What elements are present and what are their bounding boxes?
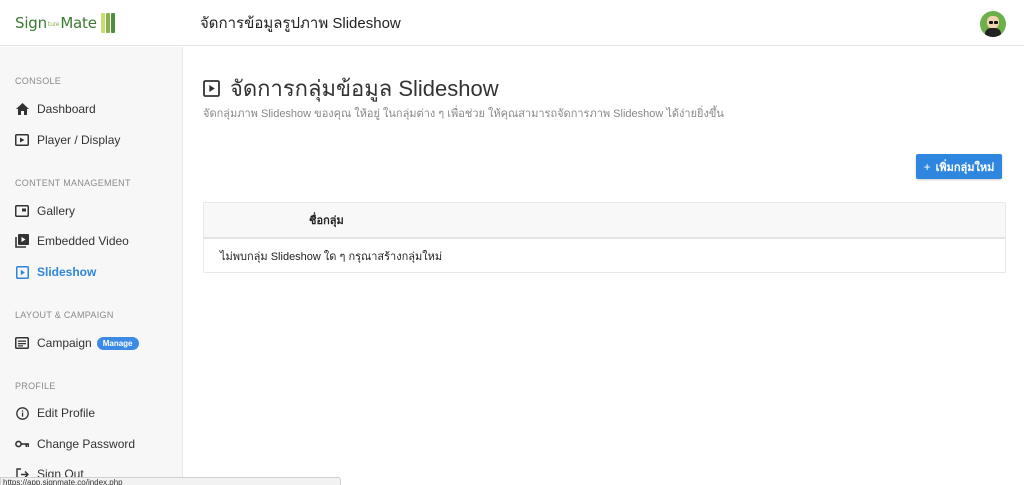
page-description: จัดกลุ่มภาพ Slideshow ของคุณ ให้อยู่ ในก… bbox=[203, 108, 724, 120]
table-row: ไม่พบกลุ่ม Slideshow ใด ๆ กรุณาสร้างกลุ่… bbox=[204, 239, 1005, 272]
home-icon bbox=[15, 102, 29, 116]
table-header: ชื่อกลุ่ม bbox=[204, 203, 1005, 239]
sidebar-item-label: Change Password bbox=[37, 437, 136, 451]
avatar-eye bbox=[989, 21, 993, 24]
avatar-eye bbox=[994, 21, 998, 24]
brand[interactable]: Sign ture Mate bbox=[0, 0, 183, 46]
empty-message: ไม่พบกลุ่ม Slideshow ใด ๆ กรุณาสร้างกลุ่… bbox=[220, 250, 443, 263]
avatar[interactable] bbox=[980, 11, 1006, 37]
avatar-body bbox=[985, 28, 1001, 37]
sidebar-item-gallery[interactable]: Gallery bbox=[15, 201, 75, 221]
sidebar-item-dashboard[interactable]: Dashboard bbox=[15, 99, 96, 119]
page-title-text: จัดการกลุ่มข้อมูล Slideshow bbox=[230, 76, 499, 101]
header-title: จัดการข้อมูลรูปภาพ Slideshow bbox=[200, 14, 401, 32]
add-group-button-label: เพิ่มกลุ่มใหม่ bbox=[935, 161, 995, 174]
page-title: จัดการกลุ่มข้อมูล Slideshow bbox=[203, 71, 499, 106]
sidebar-item-edit-profile[interactable]: Edit Profile bbox=[15, 403, 95, 423]
info-icon bbox=[15, 406, 29, 420]
sidebar-item-label: Campaign bbox=[37, 336, 92, 350]
sidebar-item-embedded-video[interactable]: Embedded Video bbox=[15, 231, 129, 251]
sidebar-section-profile: PROFILE bbox=[15, 381, 56, 391]
add-group-button[interactable]: + เพิ่มกลุ่มใหม่ bbox=[916, 154, 1002, 179]
groups-table: ชื่อกลุ่ม ไม่พบกลุ่ม Slideshow ใด ๆ กรุณ… bbox=[203, 202, 1006, 273]
column-header-group-name[interactable]: ชื่อกลุ่ม bbox=[309, 211, 344, 229]
play-box-icon bbox=[15, 133, 29, 147]
sidebar-item-label: Dashboard bbox=[37, 102, 96, 116]
sidebar-item-slideshow[interactable]: Slideshow bbox=[15, 262, 96, 282]
list-icon bbox=[15, 336, 29, 350]
sidebar-section-layout: LAYOUT & CAMPAIGN bbox=[15, 310, 114, 320]
sidebar-section-console: CONSOLE bbox=[15, 76, 62, 86]
sidebar-item-label: Embedded Video bbox=[37, 234, 129, 248]
logo-text-mate: Mate bbox=[60, 13, 97, 32]
logo-text-sign: Sign bbox=[15, 13, 47, 32]
logo-mark-icon bbox=[100, 12, 115, 33]
sidebar-item-label: Player / Display bbox=[37, 133, 121, 147]
main-content: จัดการกลุ่มข้อมูล Slideshow จัดกลุ่มภาพ … bbox=[183, 47, 1024, 485]
sidebar-item-campaign[interactable]: Campaign Manage bbox=[15, 333, 139, 353]
sidebar-item-label: Gallery bbox=[37, 204, 76, 218]
gallery-icon bbox=[15, 204, 29, 218]
key-icon bbox=[15, 437, 29, 451]
slideshow-icon bbox=[15, 265, 29, 279]
status-bar-url: https://app.signmate.co/index.php bbox=[0, 477, 341, 485]
sidebar-item-change-password[interactable]: Change Password bbox=[15, 434, 135, 454]
sidebar-item-label: Edit Profile bbox=[37, 406, 96, 420]
slideshow-icon bbox=[203, 80, 220, 97]
sidebar-item-player-display[interactable]: Player / Display bbox=[15, 130, 120, 150]
top-bar: Sign ture Mate จัดการข้อมูลรูปภาพ Slides… bbox=[0, 0, 1024, 46]
manage-badge[interactable]: Manage bbox=[96, 336, 139, 350]
sidebar-item-label: Slideshow bbox=[37, 265, 97, 279]
video-library-icon bbox=[15, 234, 29, 248]
logo-text-mini: ture bbox=[47, 21, 60, 28]
plus-icon: + bbox=[923, 159, 931, 174]
sidebar-section-content: CONTENT MANAGEMENT bbox=[15, 178, 131, 188]
sidebar: CONSOLE Dashboard Player / Display CONTE… bbox=[0, 47, 183, 485]
signmate-logo[interactable]: Sign ture Mate bbox=[15, 12, 115, 33]
